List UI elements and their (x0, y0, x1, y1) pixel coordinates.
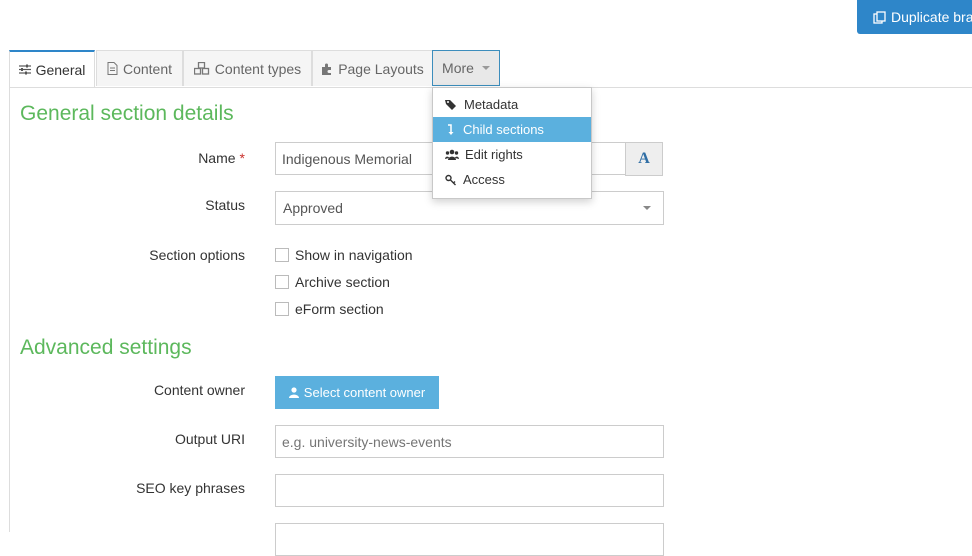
content-owner-label: Content owner (153, 382, 245, 398)
users-icon (445, 149, 459, 160)
show-in-navigation-option[interactable]: Show in navigation (275, 247, 413, 263)
menu-item-edit-rights-label: Edit rights (465, 147, 523, 162)
menu-item-edit-rights[interactable]: Edit rights (433, 142, 591, 167)
tab-page-layouts[interactable]: Page Layouts (312, 50, 433, 86)
name-label-text: Name (198, 150, 236, 166)
show-in-navigation-checkbox[interactable] (275, 248, 289, 262)
general-section-title: General section details (20, 102, 234, 125)
required-marker: * (239, 150, 245, 166)
chevron-down-icon (643, 206, 651, 210)
tab-more[interactable]: More (432, 50, 500, 86)
next-field-input[interactable] (275, 523, 664, 556)
archive-section-label: Archive section (295, 274, 390, 290)
status-select-value: Approved (283, 200, 343, 216)
menu-item-access[interactable]: Access (433, 167, 591, 192)
tab-general[interactable]: General (9, 50, 95, 87)
name-field-value: Indigenous Memorial (282, 150, 412, 167)
content-left-border (9, 87, 10, 532)
tab-page-layouts-label: Page Layouts (338, 60, 424, 77)
archive-section-checkbox[interactable] (275, 275, 289, 289)
menu-item-metadata[interactable]: Metadata (433, 92, 591, 117)
section-options-label: Section options (149, 247, 245, 263)
cubes-icon (193, 62, 210, 75)
tab-bar: General Content Content types Page Layou… (9, 50, 972, 88)
duplicate-branch-label: Duplicate bra (891, 9, 972, 25)
output-uri-input[interactable] (275, 425, 664, 458)
caret-down-icon (481, 66, 490, 70)
name-label: Name * (198, 150, 245, 166)
document-icon (107, 62, 118, 75)
select-content-owner-label: Select content owner (303, 385, 426, 400)
eform-section-checkbox[interactable] (275, 302, 289, 316)
menu-item-access-label: Access (463, 172, 505, 187)
archive-section-option[interactable]: Archive section (275, 274, 390, 290)
user-icon (288, 387, 299, 398)
menu-item-child-sections[interactable]: Child sections (433, 117, 591, 142)
tab-general-label: General (35, 61, 86, 78)
advanced-section-title: Advanced settings (20, 336, 192, 359)
puzzle-icon (321, 63, 333, 75)
status-label: Status (205, 197, 245, 213)
tab-content-label: Content (122, 60, 173, 77)
translate-icon: A (638, 150, 650, 167)
translate-button[interactable]: A (625, 142, 663, 176)
duplicate-branch-button[interactable]: Duplicate bra (857, 0, 972, 34)
seo-key-phrases-label: SEO key phrases (136, 480, 245, 496)
more-dropdown-menu: Metadata Child sections Edit rights Acce… (432, 87, 592, 199)
key-icon (445, 174, 457, 186)
menu-item-metadata-label: Metadata (464, 97, 519, 112)
show-in-navigation-label: Show in navigation (295, 247, 413, 263)
level-down-icon (445, 123, 457, 136)
tab-content-types-label: Content types (214, 60, 302, 77)
output-uri-label: Output URI (174, 431, 245, 447)
tags-icon (445, 99, 458, 111)
seo-key-phrases-input[interactable] (275, 474, 664, 507)
menu-item-child-sections-label: Child sections (463, 122, 544, 137)
tab-content-types[interactable]: Content types (183, 50, 312, 86)
select-content-owner-button[interactable]: Select content owner (275, 376, 439, 409)
tab-content[interactable]: Content (96, 50, 183, 86)
eform-section-option[interactable]: eForm section (275, 301, 384, 317)
tab-more-label: More (442, 60, 474, 76)
sliders-icon (18, 64, 31, 75)
copy-icon (873, 10, 886, 24)
eform-section-label: eForm section (295, 301, 384, 317)
